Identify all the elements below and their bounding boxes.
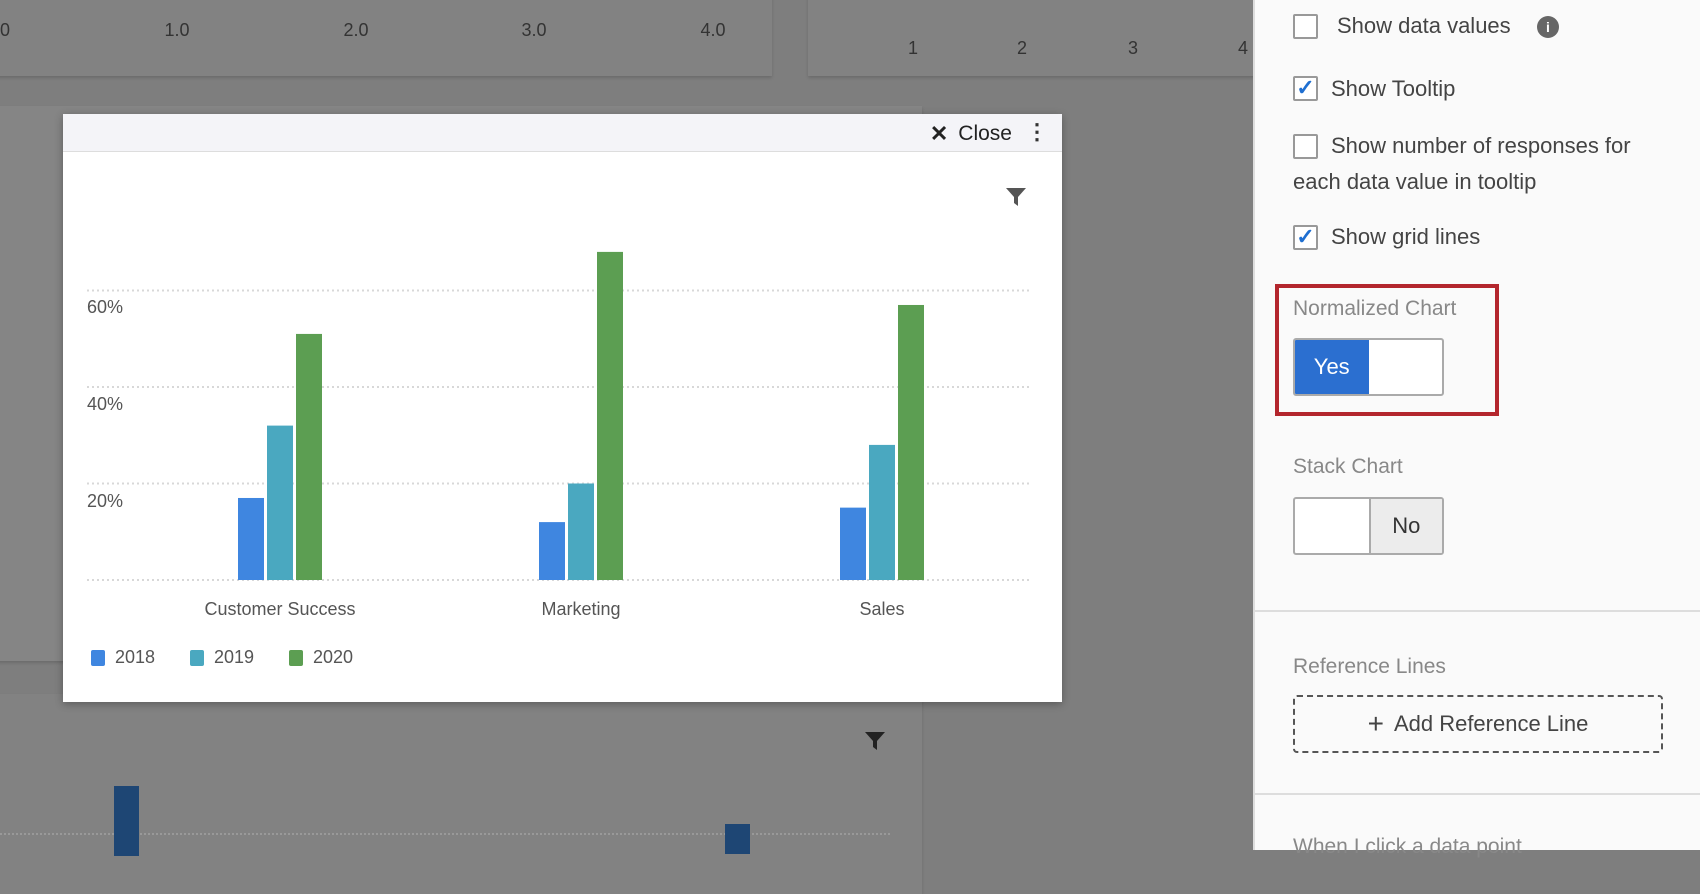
toggle-off-side[interactable] (1295, 499, 1369, 553)
chart-settings-panel: Show data values i ✓ Show Tooltip Show n… (1253, 0, 1700, 858)
axis-tick: 4 (1237, 38, 1249, 58)
y-tick-label: 40% (87, 394, 124, 414)
axis-tick: 2 (1016, 38, 1028, 58)
normalized-chart-label: Normalized Chart (1293, 297, 1457, 320)
bar-2018[interactable] (539, 522, 565, 580)
divider (1255, 793, 1700, 795)
bar-2019[interactable] (568, 483, 594, 581)
normalized-chart-toggle[interactable]: Yes (1293, 338, 1444, 396)
background-widget-top-right (808, 0, 1268, 76)
axis-tick: 0 (0, 20, 11, 40)
axis-tick: 1 (907, 38, 919, 58)
legend-swatch (91, 649, 105, 666)
toggle-yes[interactable]: Yes (1295, 340, 1369, 394)
legend-item-2019[interactable]: 2019 (190, 647, 254, 668)
legend-item-2018[interactable]: 2018 (91, 647, 155, 668)
stack-chart-label: Stack Chart (1293, 455, 1403, 478)
bar-2018[interactable] (238, 497, 264, 580)
background-bar (114, 786, 139, 856)
x-category-label: Marketing (541, 599, 621, 619)
x-category-label: Sales (859, 599, 905, 619)
plus-icon: + (1367, 708, 1384, 739)
click-data-point-label: When I click a data point (1293, 835, 1522, 858)
show-grid-lines-label: Show grid lines (1331, 224, 1481, 249)
show-data-values-label: Show data values (1337, 13, 1511, 38)
filter-icon[interactable] (864, 730, 886, 757)
axis-tick: 4.0 (700, 20, 726, 40)
bar-2020[interactable] (296, 333, 322, 580)
expanded-chart-modal: ✕ Close ⋮ 20% 40% 60% Customer Success M… (63, 114, 1062, 702)
show-data-values-checkbox[interactable] (1293, 14, 1318, 39)
y-tick-label: 60% (87, 297, 124, 317)
legend-swatch (190, 649, 204, 666)
reference-lines-label: Reference Lines (1293, 655, 1446, 678)
axis-tick: 3.0 (521, 20, 547, 40)
add-reference-line-button[interactable]: + Add Reference Line (1293, 695, 1663, 753)
background-widget-top-left (0, 0, 772, 76)
bar-2018[interactable] (840, 507, 866, 580)
axis-tick: 3 (1127, 38, 1139, 58)
show-tooltip-label: Show Tooltip (1331, 76, 1456, 101)
bar-2019[interactable] (869, 444, 895, 580)
info-icon[interactable]: i (1537, 16, 1559, 38)
divider (1255, 610, 1700, 612)
stack-chart-toggle[interactable]: No (1293, 497, 1444, 555)
x-category-label: Customer Success (204, 599, 356, 619)
axis-tick: 1.0 (164, 20, 190, 40)
legend-item-2020[interactable]: 2020 (289, 647, 353, 668)
bar-2020[interactable] (597, 251, 623, 580)
y-tick-label: 20% (87, 491, 124, 511)
add-reference-line-label: Add Reference Line (1393, 711, 1589, 736)
show-tooltip-checkbox[interactable]: ✓ (1293, 76, 1318, 101)
toggle-off-side[interactable] (1369, 340, 1443, 394)
show-responses-label: Show number of responses for each data v… (1293, 133, 1631, 194)
bar-2019[interactable] (267, 425, 293, 580)
legend-swatch (289, 649, 303, 666)
axis-tick: 2.0 (343, 20, 369, 40)
toggle-no[interactable]: No (1368, 499, 1442, 553)
bar-2020[interactable] (898, 304, 924, 580)
show-grid-lines-checkbox[interactable]: ✓ (1293, 225, 1318, 250)
